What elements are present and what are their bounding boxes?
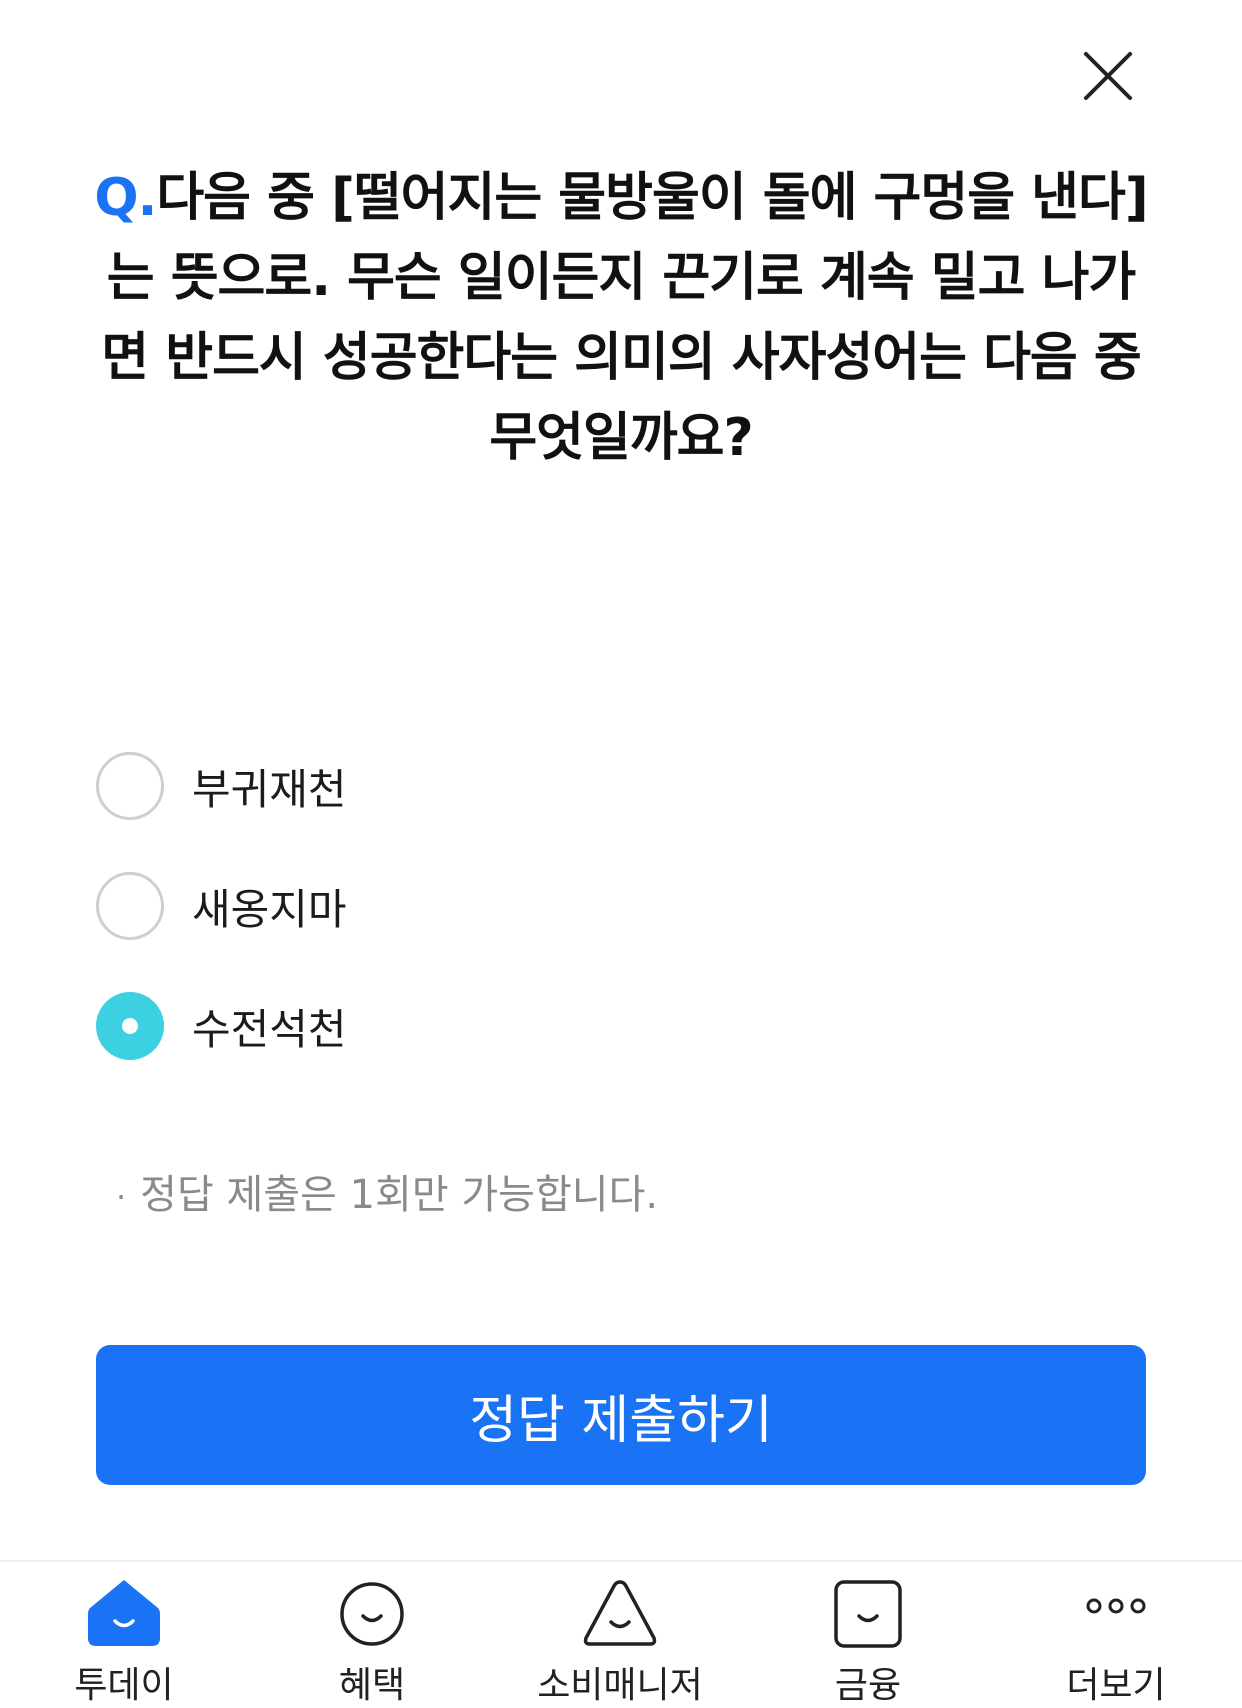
tab-label: 소비매니저 (537, 1665, 703, 1706)
close-button[interactable] (1080, 48, 1136, 104)
answer-options: 부귀재천 새옹지마 수전석천 (96, 750, 996, 1110)
smile-square-icon (834, 1580, 902, 1648)
submit-answer-button[interactable]: 정답 제출하기 (96, 1345, 1146, 1485)
tab-more[interactable]: 더보기 (992, 1562, 1240, 1707)
radio-dot (122, 1018, 138, 1034)
notice-text: 정답 제출은 1회만 가능합니다. (140, 1172, 659, 1218)
tab-label: 투데이 (74, 1665, 174, 1706)
question-prefix: Q. (94, 168, 157, 228)
tab-spending-manager[interactable]: 소비매니저 (496, 1562, 744, 1707)
option-1[interactable]: 부귀재천 (96, 750, 996, 822)
bottom-tab-bar: 투데이 혜택 소비매니저 금융 더보기 (0, 1560, 1242, 1707)
smile-triangle-icon (583, 1580, 657, 1646)
home-smile-icon (88, 1580, 160, 1646)
option-2[interactable]: 새옹지마 (96, 870, 996, 942)
radio-button[interactable] (96, 752, 164, 820)
submission-notice: · 정답 제출은 1회만 가능합니다. (116, 1162, 658, 1220)
question-text: 다음 중 [떨어지는 물방울이 돌에 구멍을 낸다]는 뜻으로. 무슨 일이든지… (101, 168, 1148, 468)
tab-label: 더보기 (1066, 1665, 1166, 1706)
radio-button[interactable] (96, 872, 164, 940)
option-3[interactable]: 수전석천 (96, 990, 996, 1062)
notice-bullet: · (116, 1178, 127, 1216)
more-dots-icon (1086, 1598, 1146, 1614)
tab-finance[interactable]: 금융 (744, 1562, 992, 1707)
option-label: 수전석천 (192, 1004, 347, 1054)
tab-benefits[interactable]: 혜택 (248, 1562, 496, 1707)
tab-today[interactable]: 투데이 (0, 1562, 248, 1707)
smile-circle-icon (340, 1582, 404, 1646)
quiz-question: Q.다음 중 [떨어지는 물방울이 돌에 구멍을 낸다]는 뜻으로. 무슨 일이… (90, 158, 1152, 478)
close-icon (1084, 52, 1132, 100)
tab-label: 금융 (834, 1665, 902, 1706)
option-label: 부귀재천 (192, 764, 347, 814)
radio-button-selected[interactable] (96, 992, 164, 1060)
tab-label: 혜택 (338, 1665, 406, 1706)
option-label: 새옹지마 (192, 884, 347, 934)
